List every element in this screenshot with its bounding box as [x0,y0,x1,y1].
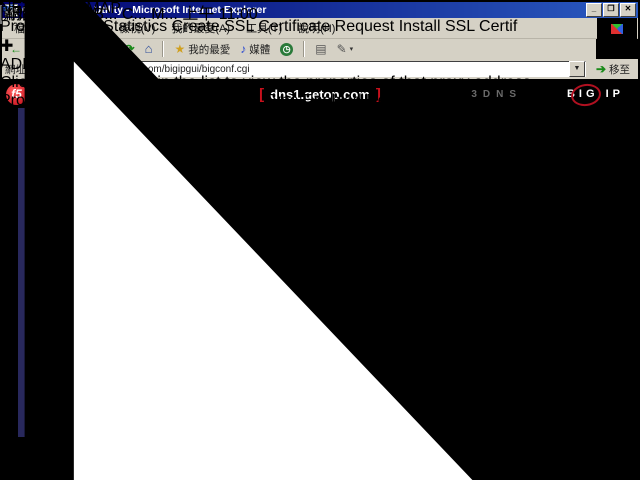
mouse-cursor [0,0,640,480]
screen: Configuration Utility - Microsoft Intern… [0,0,640,480]
